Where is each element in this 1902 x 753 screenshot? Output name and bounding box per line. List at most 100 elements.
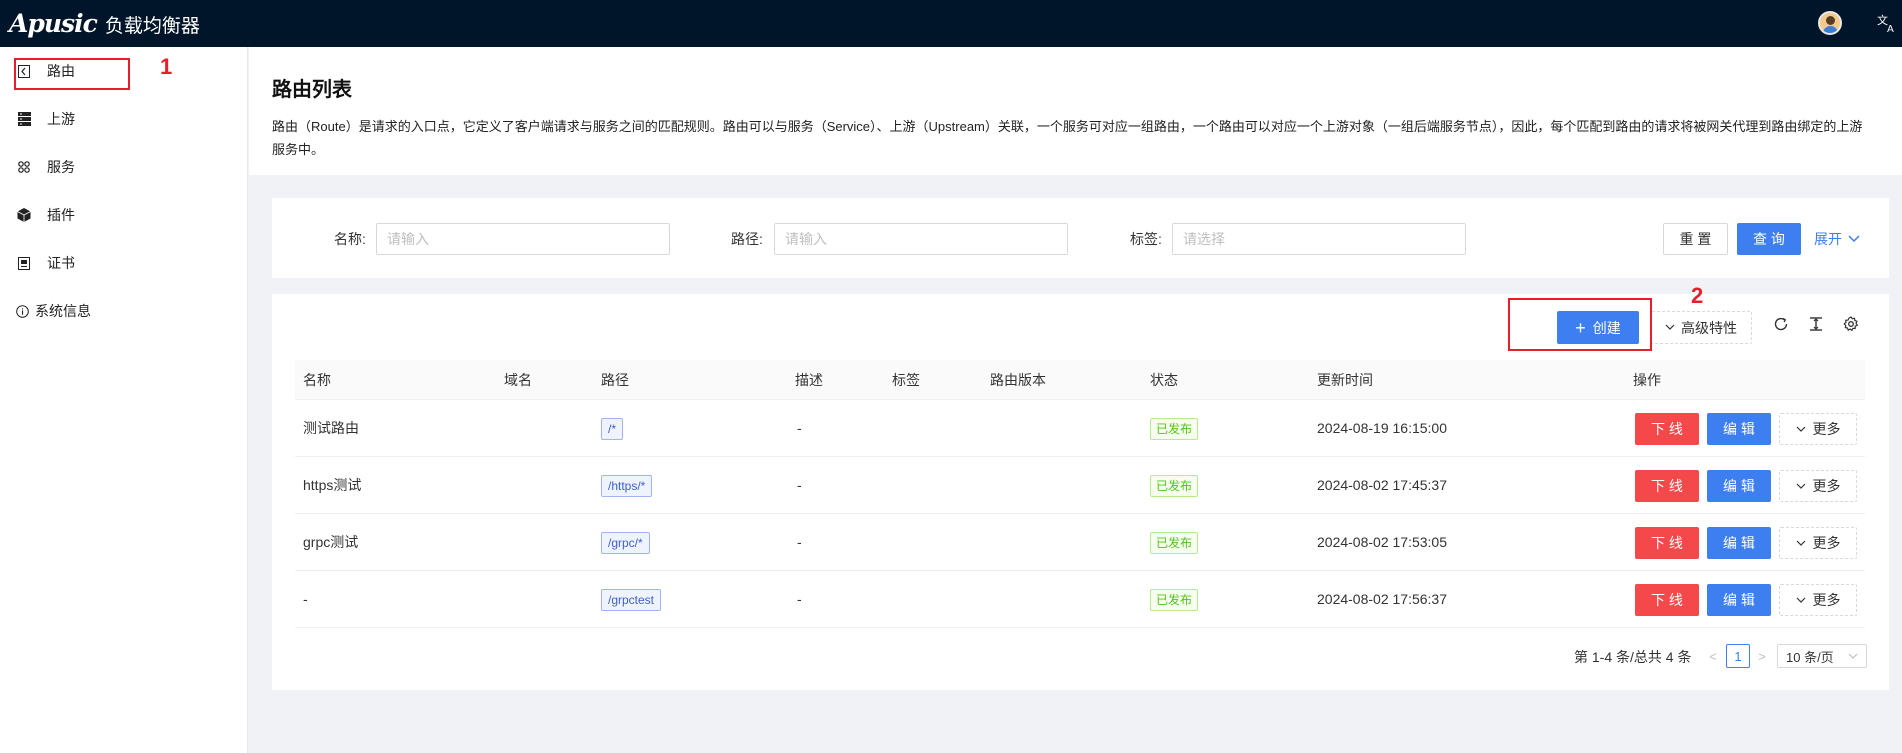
app-name: 负载均衡器 [104,16,200,37]
reset-button[interactable]: 重 置 [1663,223,1728,255]
table-header: 名称 域名 路径 描述 标签 路由版本 状态 更新时间 操作 [295,360,1865,400]
chevron-down-icon [1796,426,1805,432]
edit-button[interactable]: 编 辑 [1707,527,1771,559]
chevron-down-icon [1665,324,1675,330]
filter-panel: 名称: 路径: 标签: 重 置 查 询 展开 [272,198,1889,278]
sidebar-item-plugins[interactable]: 插件 [0,195,248,235]
column-header-host: 域名 [504,372,532,388]
edit-button[interactable]: 编 辑 [1707,470,1771,502]
chevron-down-icon [1848,235,1860,243]
route-name: - [303,591,308,607]
certificate-icon [17,256,31,270]
user-avatar[interactable] [1818,11,1842,35]
more-label: 更多 [1812,478,1841,494]
page-size-label: 10 条/页 [1786,649,1834,665]
offline-button[interactable]: 下 线 [1635,413,1699,445]
table-row: grpc测试 /grpc/* - 已发布 2024-08-02 17:53:05… [295,514,1865,571]
sidebar-item-label: 服务 [47,159,75,175]
next-page-icon[interactable]: > [1755,646,1769,666]
annotation-box-2 [1508,298,1652,351]
path-filter-input[interactable] [774,223,1068,255]
status-badge: 已发布 [1150,532,1199,554]
sidebar-item-label: 证书 [47,255,75,271]
query-button[interactable]: 查 询 [1737,223,1801,255]
info-icon [15,304,29,318]
page-size-select[interactable]: 10 条/页 [1777,644,1867,668]
route-description: - [797,420,802,436]
more-actions-button[interactable]: 更多 [1779,413,1857,445]
name-filter-input[interactable] [376,223,670,255]
pagination-summary: 第 1-4 条/总共 4 条 [1574,649,1692,665]
page-number-current[interactable]: 1 [1726,644,1750,668]
path-filter-label: 路径: [731,231,763,247]
column-header-path: 路径 [601,372,629,388]
logo-mark: Apusic [9,9,98,38]
page-description: 路由（Route）是请求的入口点，它定义了客户端请求与服务之间的匹配规则。路由可… [272,119,1863,157]
svg-text:A: A [1887,24,1894,34]
offline-button[interactable]: 下 线 [1635,584,1699,616]
table-row: - /grpctest - 已发布 2024-08-02 17:56:37 下 … [295,571,1865,628]
sidebar: 路由 上游 服务 插件 证书 系统信息 [0,47,248,753]
sidebar-item-label: 上游 [47,111,75,127]
route-name: https测试 [303,477,362,493]
edit-button[interactable]: 编 辑 [1707,413,1771,445]
advanced-features-label: 高级特性 [1681,319,1737,336]
route-description: - [797,477,802,493]
chevron-down-icon [1796,540,1805,546]
annotation-number-2: 2 [1691,283,1704,308]
path-tag: /grpctest [601,589,662,611]
route-description: - [797,591,802,607]
sidebar-item-system-info[interactable]: 系统信息 [0,291,248,331]
route-name: grpc测试 [303,534,359,550]
tag-filter-select[interactable] [1172,223,1466,255]
top-bar: Apusic 负载均衡器 文 A [0,0,1902,47]
page-title: 路由列表 [272,79,352,101]
offline-button[interactable]: 下 线 [1635,470,1699,502]
sidebar-item-services[interactable]: 服务 [0,147,248,187]
server-stack-icon [17,112,31,126]
route-name: 测试路由 [303,420,359,436]
sidebar-item-upstream[interactable]: 上游 [0,99,248,139]
status-badge: 已发布 [1150,475,1199,497]
column-header-updated-time: 更新时间 [1317,372,1373,388]
path-tag: /grpc/* [601,532,650,554]
chevron-down-icon [1796,483,1805,489]
name-filter-label: 名称: [334,231,366,247]
refresh-icon[interactable] [1771,314,1791,334]
settings-icon[interactable] [1841,314,1861,334]
status-badge: 已发布 [1150,418,1199,440]
updated-time: 2024-08-02 17:56:37 [1317,591,1447,607]
more-actions-button[interactable]: 更多 [1779,527,1857,559]
more-label: 更多 [1812,535,1841,551]
status-badge: 已发布 [1150,589,1199,611]
more-label: 更多 [1812,421,1841,437]
more-label: 更多 [1812,592,1841,608]
column-header-route-version: 路由版本 [990,372,1046,388]
sidebar-item-certificates[interactable]: 证书 [0,243,248,283]
tag-filter-label: 标签: [1130,231,1162,247]
page-header: 路由列表 路由（Route）是请求的入口点，它定义了客户端请求与服务之间的匹配规… [249,47,1902,175]
annotation-number-1: 1 [160,54,173,79]
chevron-down-icon [1796,597,1805,603]
edit-button[interactable]: 编 辑 [1707,584,1771,616]
column-header-actions: 操作 [1633,372,1661,388]
apps-icon [17,160,31,174]
prev-page-icon[interactable]: < [1706,646,1720,666]
app-logo[interactable]: Apusic 负载均衡器 [9,9,200,38]
column-height-icon[interactable] [1806,314,1826,334]
translate-icon[interactable]: 文 A [1876,12,1898,35]
path-tag: /https/* [601,475,653,497]
path-tag: /* [601,418,624,440]
sidebar-item-label: 系统信息 [35,303,91,319]
more-actions-button[interactable]: 更多 [1779,584,1857,616]
more-actions-button[interactable]: 更多 [1779,470,1857,502]
updated-time: 2024-08-02 17:45:37 [1317,477,1447,493]
advanced-features-button[interactable]: 高级特性 [1650,311,1752,344]
column-header-tags: 标签 [892,372,920,388]
updated-time: 2024-08-02 17:53:05 [1317,534,1447,550]
cube-icon [17,208,31,222]
sidebar-item-label: 插件 [47,207,75,223]
expand-toggle[interactable]: 展开 [1814,223,1860,255]
offline-button[interactable]: 下 线 [1635,527,1699,559]
annotation-box-1 [14,58,130,90]
